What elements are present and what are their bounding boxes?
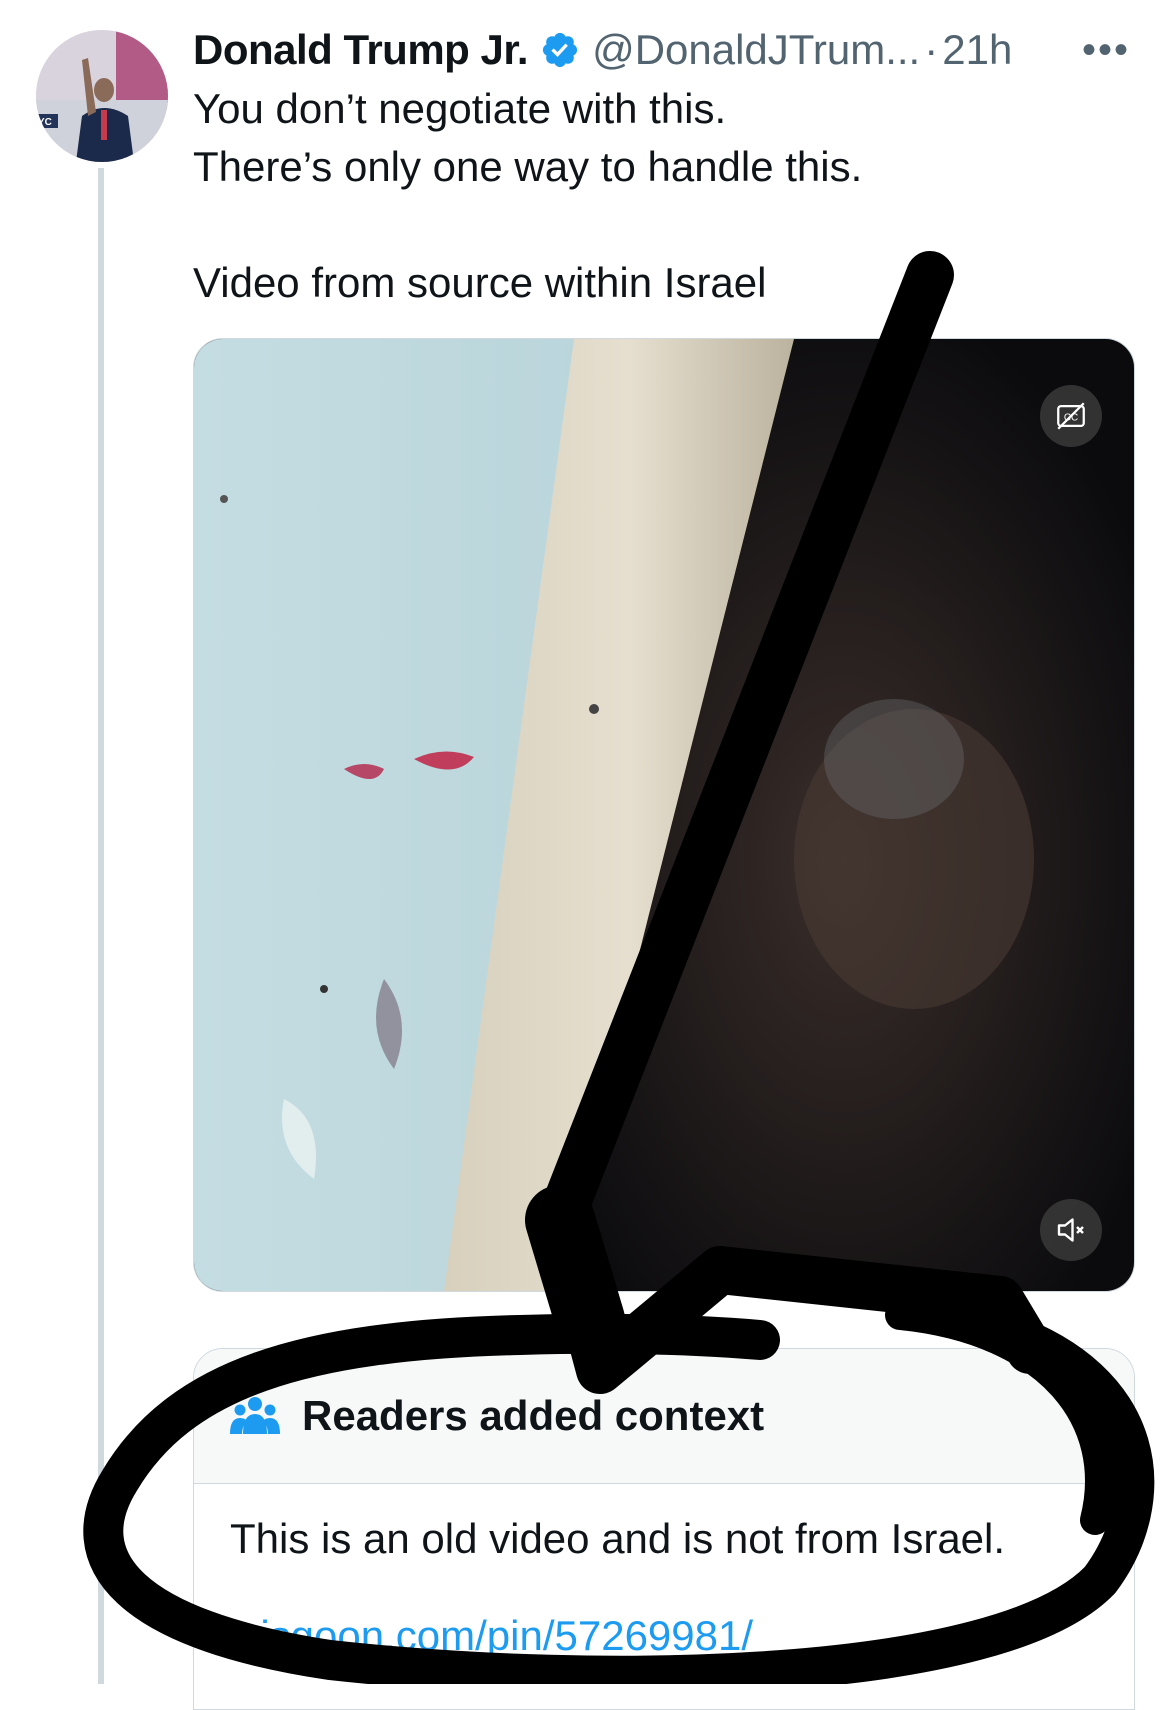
- captions-button[interactable]: CC: [1040, 385, 1102, 447]
- tweet-text: You don’t negotiate with this. There’s o…: [193, 80, 1093, 312]
- captions-off-icon: CC: [1057, 402, 1085, 430]
- community-note-title: Readers added context: [302, 1392, 765, 1439]
- community-note-header: Readers added context: [194, 1349, 1134, 1484]
- tweet-text-line: There’s only one way to handle this.: [193, 143, 863, 190]
- author-avatar[interactable]: YC: [36, 30, 168, 162]
- tweet-text-line: Video from source within Israel: [193, 259, 767, 306]
- volume-muted-icon: [1057, 1218, 1084, 1242]
- verified-badge-icon: [542, 32, 578, 68]
- tweet-text-line: You don’t negotiate with this.: [193, 85, 727, 132]
- author-name[interactable]: Donald Trump Jr.: [193, 22, 529, 78]
- separator-dot: ·: [924, 26, 939, 73]
- community-note-link[interactable]: wisgoon.com/pin/57269981/: [230, 1612, 1098, 1660]
- community-note-text: This is an old video and is not from Isr…: [230, 1515, 1006, 1562]
- more-options-icon[interactable]: •••: [1082, 22, 1130, 78]
- people-icon: [230, 1397, 280, 1434]
- avatar-image: YC: [36, 30, 168, 162]
- video-player[interactable]: CC: [193, 338, 1135, 1292]
- community-note[interactable]: Readers added context This is an old vid…: [193, 1348, 1135, 1710]
- video-frame: [194, 339, 1134, 1291]
- thread-line: [98, 168, 104, 1684]
- tweet-header: Donald Trump Jr. @DonaldJTrum... · 21h •…: [193, 22, 1130, 78]
- author-handle[interactable]: @DonaldJTrum...: [592, 22, 920, 78]
- mute-button[interactable]: [1040, 1199, 1102, 1261]
- svg-text:YC: YC: [38, 117, 52, 128]
- tweet-time[interactable]: 21h: [942, 22, 1012, 78]
